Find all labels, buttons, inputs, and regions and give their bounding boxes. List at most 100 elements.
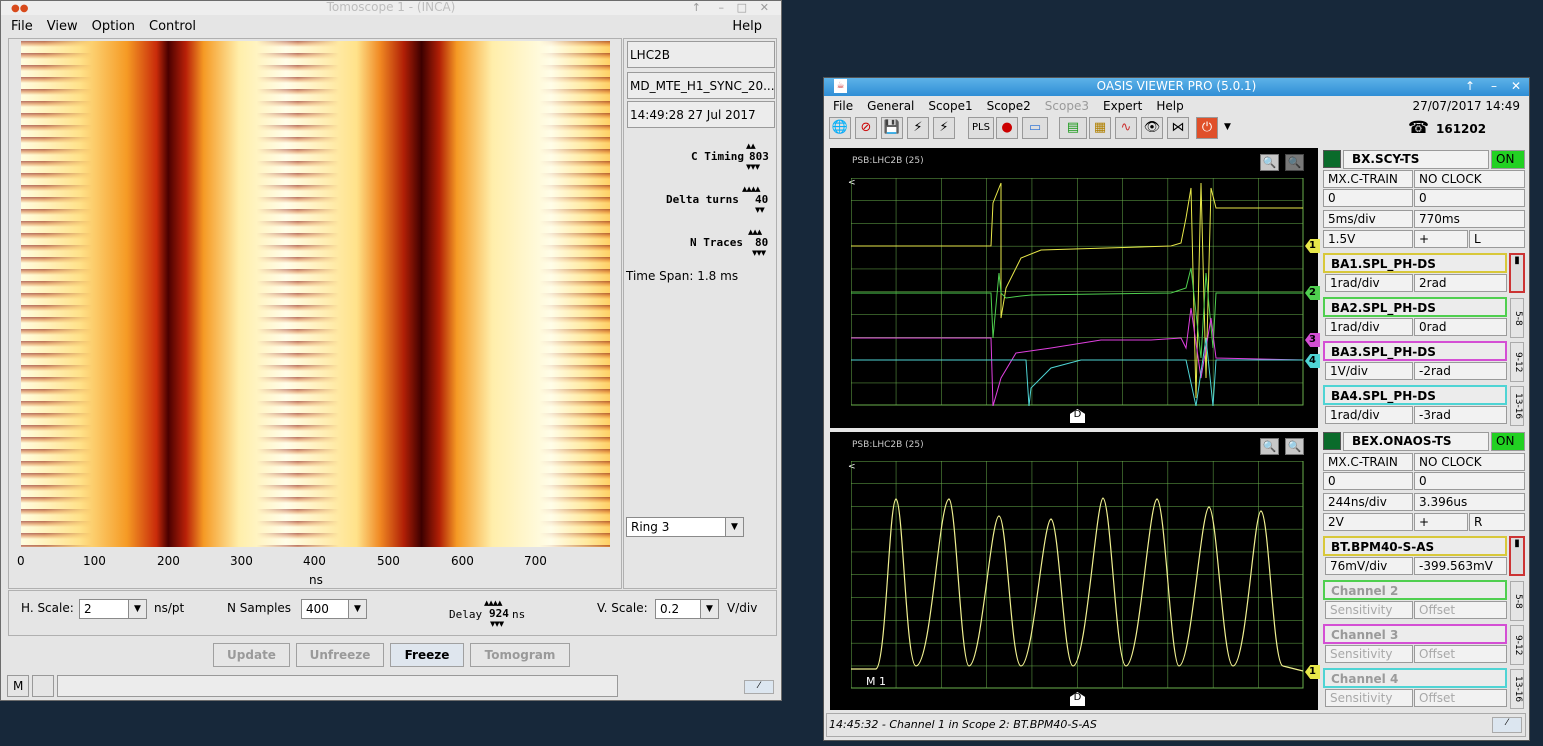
- menu-option[interactable]: Option: [92, 19, 135, 34]
- ch4-name[interactable]: BA4.SPL_PH-DS: [1323, 385, 1507, 405]
- menu-general[interactable]: General: [867, 99, 914, 113]
- scope2-timing[interactable]: MX.C-TRAIN: [1323, 453, 1413, 471]
- n-traces-value[interactable]: 80: [755, 236, 768, 249]
- delay-down-icon[interactable]: ▼▼▼: [490, 621, 504, 628]
- tomogram-button[interactable]: Tomogram: [470, 643, 570, 667]
- delay-value[interactable]: 924: [489, 607, 509, 620]
- s2-ch4-offset[interactable]: Offset: [1414, 689, 1507, 707]
- power-icon[interactable]: ⏻: [1196, 117, 1218, 139]
- share-icon[interactable]: ⋈: [1167, 117, 1189, 139]
- scope1-clock[interactable]: NO CLOCK: [1414, 170, 1525, 188]
- scope2-timebase[interactable]: 244ns/div: [1323, 493, 1413, 511]
- scope1-display[interactable]: PSB:LHC2B (25) 🔍 🔍 < D 1 2 3 4: [830, 148, 1320, 428]
- marker-ch2[interactable]: 2: [1305, 286, 1320, 300]
- update-button[interactable]: Update: [213, 643, 290, 667]
- ch3-offset[interactable]: -2rad: [1414, 362, 1507, 380]
- side-tab-9-12[interactable]: 9-12: [1510, 625, 1524, 665]
- resize-handle-icon[interactable]: ⁄: [744, 680, 774, 694]
- scope2-on-button[interactable]: ON: [1491, 432, 1525, 451]
- scope2-coupling[interactable]: R: [1469, 513, 1525, 531]
- scope2-field-a[interactable]: 0: [1323, 472, 1413, 490]
- scope1-field-b[interactable]: 0: [1414, 189, 1525, 207]
- scope2-display[interactable]: PSB:LHC2B (25) 🔍 🔍 < M 1 D 1: [830, 432, 1320, 710]
- menu-file[interactable]: File: [11, 19, 33, 34]
- nsamples-select[interactable]: 400 ▼: [301, 599, 367, 619]
- pin-icon[interactable]: ↑: [692, 1, 701, 14]
- marker-ch3[interactable]: 3: [1305, 333, 1320, 347]
- minimize-button[interactable]: –: [1491, 78, 1497, 95]
- marker-ch1[interactable]: 1: [1305, 239, 1320, 253]
- no-globe-icon[interactable]: ⊘: [855, 117, 877, 139]
- scope1-timebase[interactable]: 5ms/div: [1323, 210, 1413, 228]
- plug-icon[interactable]: ⚡: [907, 117, 929, 139]
- scope1-delay[interactable]: 770ms: [1414, 210, 1525, 228]
- toolbar-dropdown-icon[interactable]: ▼: [1224, 122, 1231, 132]
- s2-ch3-offset[interactable]: Offset: [1414, 645, 1507, 663]
- side-tab-13-16[interactable]: 13-16: [1510, 669, 1524, 709]
- eye-icon[interactable]: 👁: [1141, 117, 1163, 139]
- zoom-out-icon[interactable]: 🔍: [1285, 438, 1304, 455]
- ch3-name[interactable]: BA3.SPL_PH-DS: [1323, 341, 1507, 361]
- menu-scope2[interactable]: Scope2: [987, 99, 1031, 113]
- traffic-light-icon[interactable]: ●: [996, 117, 1018, 139]
- delay-up-icon[interactable]: ▲▲▲▲: [484, 600, 503, 607]
- ch4-offset[interactable]: -3rad: [1414, 406, 1507, 424]
- delta-turns-up-icon[interactable]: ▲▲▲▲: [742, 186, 761, 193]
- chevron-down-icon[interactable]: ▼: [128, 600, 146, 618]
- zoom-in-icon[interactable]: 🔍: [1260, 438, 1279, 455]
- scope2-device[interactable]: BEX.ONAOS-TS: [1343, 432, 1489, 451]
- ch2-offset[interactable]: 0rad: [1414, 318, 1507, 336]
- n-traces-down-icon[interactable]: ▼▼▼: [752, 250, 766, 257]
- scope2-slope[interactable]: +: [1414, 513, 1468, 531]
- side-tab-5-8[interactable]: 5-8: [1510, 581, 1524, 621]
- chevron-down-icon[interactable]: ▼: [700, 600, 718, 618]
- c-timing-up-icon[interactable]: ▲▲: [746, 143, 756, 150]
- delta-turns-down-icon[interactable]: ▼▼: [755, 207, 765, 214]
- scope2-delay[interactable]: 3.396us: [1414, 493, 1525, 511]
- scope1-timing[interactable]: MX.C-TRAIN: [1323, 170, 1413, 188]
- s2-ch4-name[interactable]: Channel 4: [1323, 668, 1507, 688]
- ch2-name[interactable]: BA2.SPL_PH-DS: [1323, 297, 1507, 317]
- menu-expert[interactable]: Expert: [1103, 99, 1142, 113]
- maximize-button[interactable]: □: [737, 1, 747, 14]
- menu-scope3[interactable]: Scope3: [1045, 99, 1089, 113]
- scope2-clock[interactable]: NO CLOCK: [1414, 453, 1525, 471]
- close-button[interactable]: ✕: [1511, 78, 1521, 95]
- side-tab-9-12[interactable]: 9-12: [1510, 342, 1524, 382]
- ch2-sens[interactable]: 1rad/div: [1325, 318, 1413, 336]
- c-timing-value[interactable]: 803: [749, 150, 769, 163]
- s2-ch2-offset[interactable]: Offset: [1414, 601, 1507, 619]
- zoom-in-icon[interactable]: 🔍: [1260, 154, 1279, 171]
- ring-select[interactable]: Ring 3 ▼: [626, 517, 744, 537]
- globe-icon[interactable]: 🌐: [829, 117, 851, 139]
- chevron-down-icon[interactable]: ▼: [725, 518, 743, 536]
- scope1-field-a[interactable]: 0: [1323, 189, 1413, 207]
- pls-button[interactable]: PLS: [968, 117, 994, 139]
- windows-icon[interactable]: ▭: [1022, 117, 1048, 139]
- ch1-sens[interactable]: 1rad/div: [1325, 274, 1413, 292]
- d-marker[interactable]: D: [1070, 692, 1085, 706]
- scope2-trigger-level[interactable]: 2V: [1323, 513, 1413, 531]
- hscale-select[interactable]: 2 ▼: [79, 599, 147, 619]
- s2-ch2-name[interactable]: Channel 2: [1323, 580, 1507, 600]
- s2-ch4-sens[interactable]: Sensitivity: [1325, 689, 1413, 707]
- chart-icon[interactable]: ∿: [1115, 117, 1137, 139]
- chip-icon[interactable]: ▦: [1089, 117, 1111, 139]
- ch4-sens[interactable]: 1rad/div: [1325, 406, 1413, 424]
- marker-ch1[interactable]: 1: [1305, 665, 1320, 679]
- save-icon[interactable]: 💾: [881, 117, 903, 139]
- scope1-slope[interactable]: +: [1414, 230, 1468, 248]
- close-button[interactable]: ✕: [760, 1, 769, 14]
- s2-ch1-name[interactable]: BT.BPM40-S-AS: [1323, 536, 1507, 556]
- n-traces-up-icon[interactable]: ▲▲▲: [748, 229, 762, 236]
- unfreeze-button[interactable]: Unfreeze: [296, 643, 384, 667]
- menu-view[interactable]: View: [47, 19, 78, 34]
- s2-ch1-offset[interactable]: -399.563mV: [1414, 557, 1507, 575]
- ch3-sens[interactable]: 1V/div: [1325, 362, 1413, 380]
- side-tab-13-16[interactable]: 13-16: [1510, 386, 1524, 426]
- vscale-select[interactable]: 0.2 ▼: [655, 599, 719, 619]
- menu-help[interactable]: Help: [732, 19, 762, 34]
- side-tab-5-8[interactable]: 5-8: [1510, 298, 1524, 338]
- delta-turns-value[interactable]: 40: [755, 193, 768, 206]
- unplug-icon[interactable]: ⚡: [933, 117, 955, 139]
